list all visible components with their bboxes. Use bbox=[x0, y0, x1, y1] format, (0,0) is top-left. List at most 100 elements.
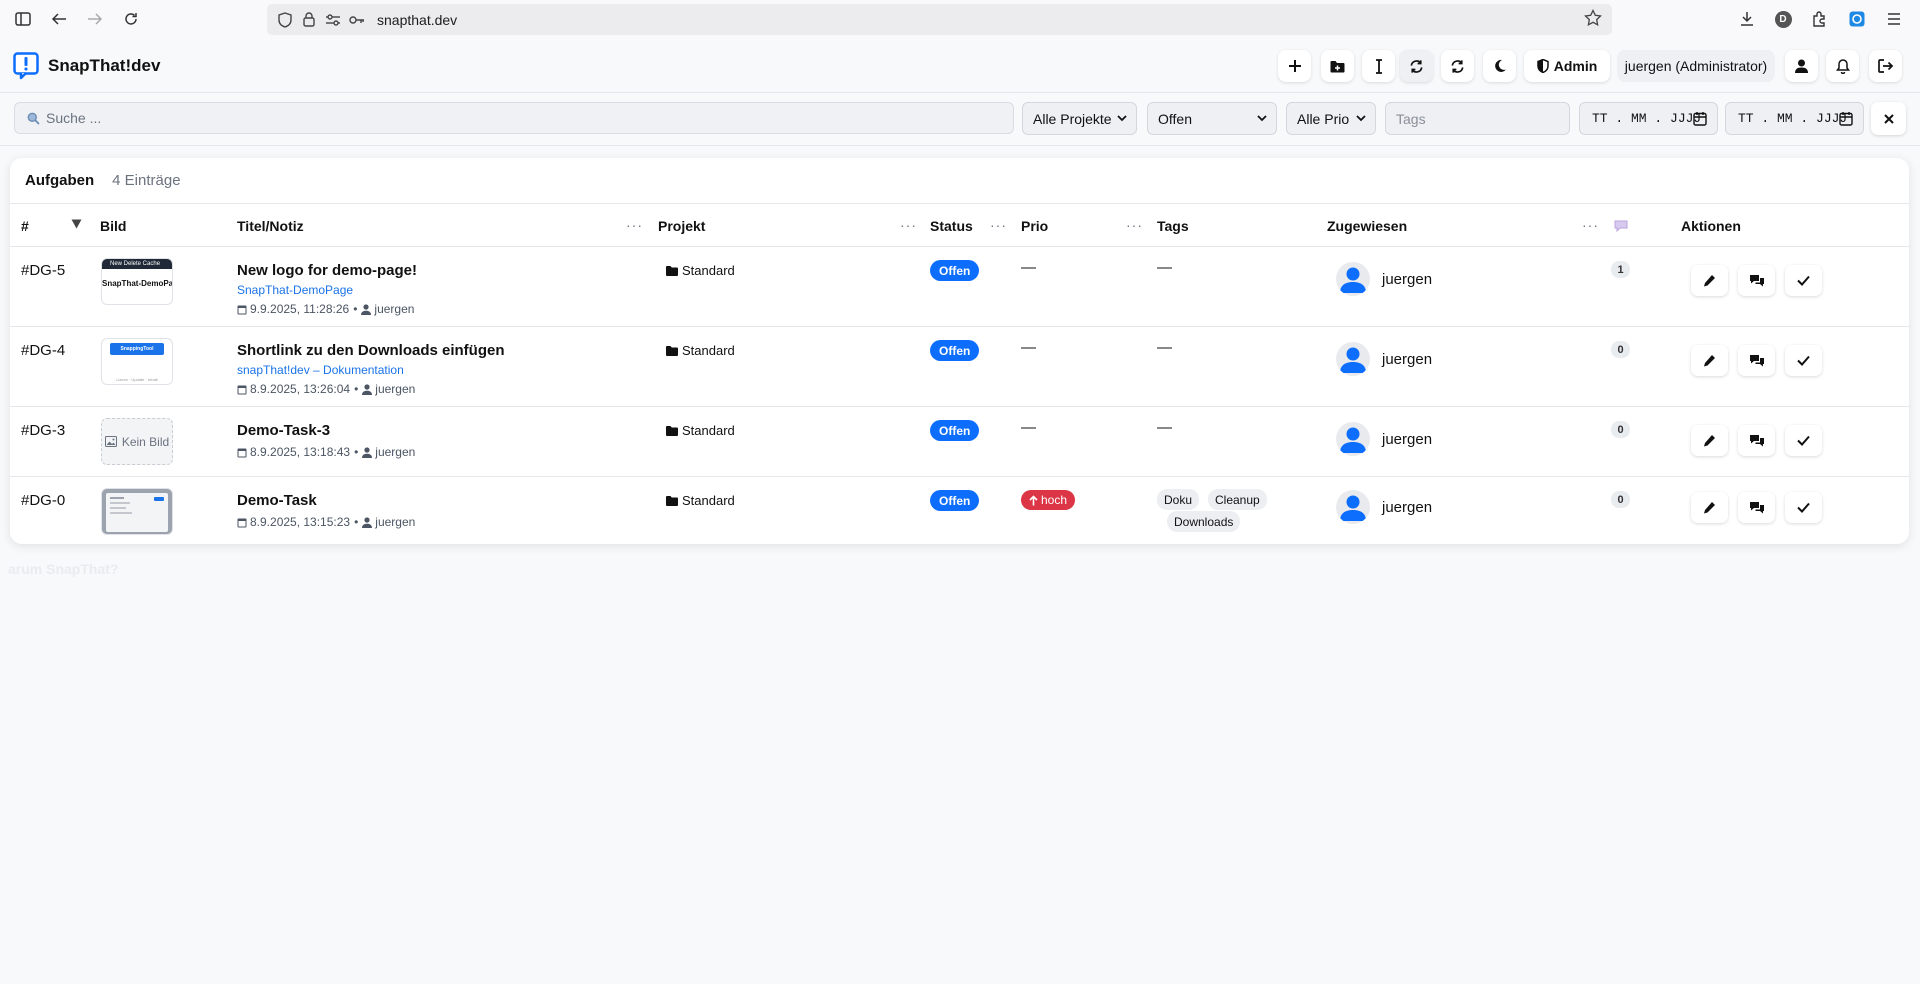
back-icon[interactable] bbox=[48, 8, 70, 30]
add-task-button[interactable] bbox=[1278, 50, 1311, 82]
comment-count: 1 bbox=[1611, 261, 1630, 278]
task-author: juergen bbox=[374, 302, 415, 316]
sync-button[interactable] bbox=[1400, 50, 1433, 82]
clear-filters-button[interactable] bbox=[1871, 102, 1906, 135]
task-title[interactable]: Demo-Task-3 bbox=[237, 422, 330, 439]
forward-icon[interactable] bbox=[84, 8, 106, 30]
tags-input[interactable] bbox=[1396, 110, 1556, 127]
tag-chip[interactable]: Doku bbox=[1157, 489, 1200, 510]
col-title-menu[interactable]: ··· bbox=[626, 217, 643, 233]
col-id-header[interactable]: # bbox=[21, 218, 29, 234]
status-select[interactable]: Offen bbox=[1147, 102, 1277, 135]
comments-button[interactable] bbox=[1738, 265, 1775, 296]
status-badge: Offen bbox=[930, 490, 980, 511]
profile-button[interactable] bbox=[1785, 50, 1818, 82]
tag-chip[interactable]: Downloads bbox=[1167, 511, 1241, 532]
downloads-icon[interactable] bbox=[1736, 8, 1758, 30]
col-prio-menu[interactable]: ··· bbox=[1126, 217, 1143, 233]
col-tags-header[interactable]: Tags bbox=[1157, 218, 1189, 234]
edit-button[interactable] bbox=[1691, 265, 1728, 296]
table-row[interactable]: #DG-3 Kein Bild Demo-Task-3 8.9.2025, 13… bbox=[10, 408, 1909, 477]
permissions-icon[interactable] bbox=[323, 10, 343, 30]
current-user[interactable]: juergen (Administrator) bbox=[1617, 50, 1775, 82]
text-cursor-button[interactable] bbox=[1362, 50, 1395, 82]
task-meta: 8.9.2025, 13:26:04 • juergen bbox=[237, 382, 415, 396]
complete-button[interactable] bbox=[1785, 492, 1822, 523]
notifications-button[interactable] bbox=[1826, 50, 1859, 82]
col-status-menu[interactable]: ··· bbox=[990, 217, 1007, 233]
brand[interactable]: SnapThat!dev bbox=[13, 52, 160, 80]
calendar-icon[interactable] bbox=[1693, 111, 1707, 126]
shield-icon[interactable] bbox=[275, 10, 295, 30]
col-prio-header[interactable]: Prio bbox=[1021, 218, 1048, 234]
task-title[interactable]: New logo for demo-page! bbox=[237, 262, 417, 279]
col-assigned-header[interactable]: Zugewiesen bbox=[1327, 218, 1407, 234]
task-id: #DG-3 bbox=[21, 422, 66, 439]
task-source-link[interactable]: snapThat!dev – Dokumentation bbox=[237, 363, 404, 377]
logout-button[interactable] bbox=[1869, 50, 1902, 82]
profile-avatar[interactable]: D bbox=[1772, 8, 1794, 30]
extension-app-icon[interactable] bbox=[1846, 8, 1868, 30]
date-to-input[interactable]: TT . MM . JJJJ bbox=[1725, 102, 1864, 135]
complete-button[interactable] bbox=[1785, 345, 1822, 376]
lock-icon[interactable] bbox=[299, 10, 319, 30]
menu-icon[interactable] bbox=[1883, 8, 1905, 30]
task-title[interactable]: Demo-Task bbox=[237, 492, 317, 509]
task-thumbnail[interactable]: SnappingTool Lizenz · Update · Inhalt bbox=[101, 338, 173, 385]
col-project-header[interactable]: Projekt bbox=[658, 218, 705, 234]
url-bar[interactable]: snapthat.dev bbox=[267, 4, 1612, 35]
edit-button[interactable] bbox=[1691, 492, 1728, 523]
reload-icon[interactable] bbox=[120, 8, 142, 30]
complete-button[interactable] bbox=[1785, 265, 1822, 296]
task-title[interactable]: Shortlink zu den Downloads einfügen bbox=[237, 342, 505, 359]
assignee-name: juergen bbox=[1382, 430, 1433, 448]
add-folder-button[interactable] bbox=[1321, 50, 1354, 82]
date-to-value: TT . MM . JJJJ bbox=[1738, 111, 1848, 126]
comments-button[interactable] bbox=[1738, 345, 1775, 376]
bookmark-star-icon[interactable] bbox=[1584, 9, 1602, 27]
table-row[interactable]: #DG-5 New Delete Cache SnapThat-DemoPage… bbox=[10, 248, 1909, 327]
thumb-text: SnappingTool bbox=[110, 343, 164, 355]
col-project-menu[interactable]: ··· bbox=[900, 217, 917, 233]
col-image-header: Bild bbox=[100, 218, 127, 234]
status-badge: Offen bbox=[930, 420, 980, 441]
user-icon bbox=[362, 516, 373, 528]
dark-mode-button[interactable] bbox=[1483, 50, 1516, 82]
complete-button[interactable] bbox=[1785, 425, 1822, 456]
col-title-header[interactable]: Titel/Notiz bbox=[237, 218, 304, 234]
task-thumbnail[interactable] bbox=[101, 488, 173, 535]
comments-button[interactable] bbox=[1738, 492, 1775, 523]
calendar-icon[interactable] bbox=[1839, 111, 1853, 126]
task-thumbnail[interactable]: New Delete Cache SnapThat-DemoPage bbox=[101, 258, 173, 305]
date-from-input[interactable]: TT . MM . JJJJ bbox=[1579, 102, 1718, 135]
task-meta: 9.9.2025, 11:28:26 • juergen bbox=[237, 302, 414, 316]
search-input[interactable] bbox=[46, 110, 946, 126]
key-icon[interactable] bbox=[347, 10, 367, 30]
edit-button[interactable] bbox=[1691, 425, 1728, 456]
prio-label: hoch bbox=[1041, 493, 1068, 507]
refresh-button[interactable] bbox=[1441, 50, 1474, 82]
pencil-icon bbox=[1704, 275, 1715, 287]
tag-chip[interactable]: Cleanup bbox=[1208, 489, 1267, 510]
comments-icon bbox=[1749, 435, 1764, 447]
sidebar-toggle-icon[interactable] bbox=[12, 8, 34, 30]
col-assigned-menu[interactable]: ··· bbox=[1582, 217, 1599, 233]
task-source-link[interactable]: SnapThat-DemoPage bbox=[237, 283, 353, 297]
task-project: Standard bbox=[666, 423, 735, 438]
table-row[interactable]: #DG-0 Demo-Task 8.9.2025, 13:15:23 • jue… bbox=[10, 478, 1909, 544]
sort-desc-icon[interactable] bbox=[71, 219, 82, 229]
task-thumbnail-empty: Kein Bild bbox=[101, 418, 173, 465]
admin-button[interactable]: Admin bbox=[1524, 50, 1610, 82]
user-avatar-icon bbox=[1340, 427, 1366, 453]
table-row[interactable]: #DG-4 SnappingTool Lizenz · Update · Inh… bbox=[10, 328, 1909, 407]
edit-button[interactable] bbox=[1691, 345, 1728, 376]
comments-button[interactable] bbox=[1738, 425, 1775, 456]
task-tags-empty: — bbox=[1157, 419, 1172, 436]
col-status-header[interactable]: Status bbox=[930, 218, 973, 234]
task-tags-empty: — bbox=[1157, 259, 1172, 276]
prio-select[interactable]: Alle Prio bbox=[1286, 102, 1376, 135]
extensions-icon[interactable] bbox=[1808, 8, 1830, 30]
comments-icon bbox=[1749, 502, 1764, 514]
user-avatar-icon bbox=[1340, 495, 1366, 521]
project-select[interactable]: Alle Projekte bbox=[1022, 102, 1137, 135]
